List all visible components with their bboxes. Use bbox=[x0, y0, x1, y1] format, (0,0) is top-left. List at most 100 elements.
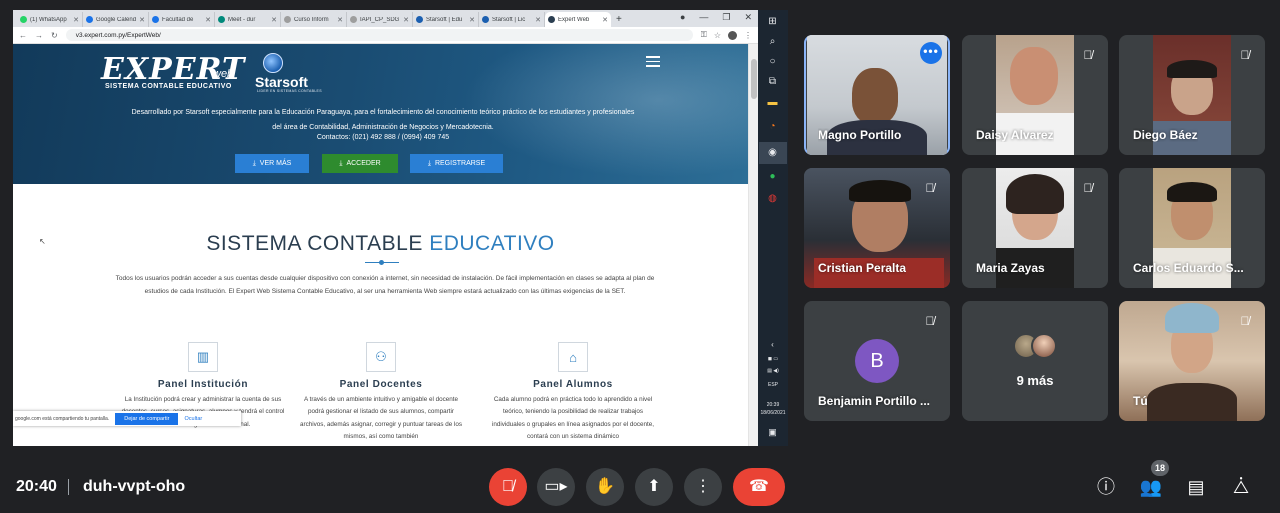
starsoft-logo[interactable]: Starsoft bbox=[255, 74, 308, 90]
expert-logo-web: web bbox=[213, 68, 234, 80]
browser-tab[interactable]: Facultad de ✕ bbox=[149, 12, 215, 27]
close-icon[interactable]: ✕ bbox=[271, 16, 277, 24]
participant-tile[interactable]: 🎙̸ Diego Báez bbox=[1119, 35, 1265, 155]
participant-beanie bbox=[1165, 303, 1219, 333]
record-icon[interactable]: ● bbox=[680, 12, 685, 23]
more-participants-tile[interactable]: 9 más bbox=[962, 301, 1108, 421]
graduation-cap-icon: ⌂ bbox=[558, 342, 588, 372]
participant-hair bbox=[1167, 182, 1217, 202]
browser-tab[interactable]: Starsoft | Edu ✕ bbox=[413, 12, 479, 27]
close-window-icon[interactable]: ✕ bbox=[744, 12, 752, 23]
raise-hand-button[interactable]: ✋ bbox=[586, 468, 624, 506]
leave-call-button[interactable]: ☎ bbox=[733, 468, 785, 506]
hamburger-menu-icon[interactable] bbox=[646, 56, 660, 70]
ver-mas-button[interactable]: ⤓ VER MÁS bbox=[235, 154, 309, 173]
close-icon[interactable]: ✕ bbox=[337, 16, 343, 24]
participant-tile[interactable]: Carlos Eduardo S... bbox=[1119, 168, 1265, 288]
close-icon[interactable]: ✕ bbox=[403, 16, 409, 24]
star-icon[interactable]: ☆ bbox=[714, 31, 721, 40]
globe-icon bbox=[416, 16, 423, 23]
hide-notice-button[interactable]: Ocultar bbox=[184, 416, 202, 422]
acceder-button[interactable]: ⤓ ACCEDER bbox=[322, 154, 398, 173]
participant-tile[interactable]: B 🎙̸ Benjamin Portillo ... bbox=[804, 301, 950, 421]
search-icon[interactable]: ⌕ bbox=[766, 35, 779, 48]
stop-sharing-button[interactable]: Dejar de compartir bbox=[115, 412, 179, 425]
screen-share-notice: google.com está compartiendo tu pantalla… bbox=[13, 411, 241, 426]
more-participants-count: 9 más bbox=[1016, 373, 1054, 388]
participant-face bbox=[1010, 47, 1058, 105]
registrarse-button[interactable]: ⤓ REGISTRARSE bbox=[410, 154, 503, 173]
participant-name: Daisy Alvarez bbox=[976, 128, 1054, 142]
people-button[interactable]: 👥 bbox=[1139, 475, 1163, 499]
participant-tile[interactable]: ••• Magno Portillo bbox=[804, 35, 950, 155]
browser-tab[interactable]: Curso Inform ✕ bbox=[281, 12, 347, 27]
camera-icon: ▭▸ bbox=[544, 478, 568, 495]
new-tab-icon[interactable]: + bbox=[611, 12, 627, 27]
forward-icon[interactable]: → bbox=[35, 31, 43, 40]
participant-tile[interactable]: 🎙̸ Cristian Peralta bbox=[804, 168, 950, 288]
kebab-menu-icon[interactable]: ⋮ bbox=[744, 31, 752, 40]
more-options-button[interactable]: ⋮ bbox=[684, 468, 722, 506]
close-icon[interactable]: ✕ bbox=[469, 16, 475, 24]
close-icon[interactable]: ✕ bbox=[602, 16, 608, 24]
task-view-icon[interactable]: ⧉ bbox=[766, 75, 779, 88]
web-page: EXPERT web SISTEMA CONTABLE EDUCATIVO St… bbox=[13, 44, 758, 446]
participant-tile[interactable]: 🎙̸ Maria Zayas bbox=[962, 168, 1108, 288]
taskbar-date[interactable]: 18/06/2021 bbox=[758, 410, 788, 416]
tray-chevron-icon[interactable]: ‹ bbox=[766, 338, 779, 351]
taskbar-time[interactable]: 20:39 bbox=[758, 402, 788, 408]
download-icon: ⤓ bbox=[427, 159, 431, 167]
chat-button[interactable]: ▤ bbox=[1184, 475, 1208, 499]
camera-toggle-button[interactable]: ▭▸ bbox=[537, 468, 575, 506]
participant-tile[interactable]: 🎙̸ Daisy Alvarez bbox=[962, 35, 1108, 155]
key-icon[interactable]: ⚿ bbox=[701, 30, 707, 40]
maximize-icon[interactable]: ❐ bbox=[722, 12, 730, 23]
more-options-icon[interactable]: ••• bbox=[920, 42, 942, 64]
participant-count-badge: 18 bbox=[1151, 460, 1169, 476]
browser-tab[interactable]: IAPI_CP_SDG ✕ bbox=[347, 12, 413, 27]
panel-alumnos: ⌂ Panel Alumnos Cada alumno podrá en prá… bbox=[483, 342, 663, 443]
close-icon[interactable]: ✕ bbox=[535, 16, 541, 24]
meet-icon bbox=[218, 16, 225, 23]
meeting-info-button[interactable]: ⓘ bbox=[1094, 475, 1118, 499]
mic-off-icon: 🎙̸ bbox=[1240, 48, 1250, 62]
browser-tab[interactable]: Meet - dur ✕ bbox=[215, 12, 281, 27]
minimize-icon[interactable]: — bbox=[699, 12, 708, 23]
profile-avatar[interactable] bbox=[728, 30, 737, 40]
back-icon[interactable]: ← bbox=[19, 31, 27, 40]
chat-icon: ▤ bbox=[1187, 477, 1205, 497]
mic-toggle-button[interactable]: 🎙̸ bbox=[489, 468, 527, 506]
close-icon[interactable]: ✕ bbox=[205, 16, 211, 24]
close-icon[interactable]: ✕ bbox=[73, 16, 79, 24]
panel-docentes: ⚇ Panel Docentes A través de un ambiente… bbox=[291, 342, 471, 443]
language-indicator[interactable]: ESP bbox=[758, 382, 788, 388]
participant-name: Carlos Eduardo S... bbox=[1133, 261, 1244, 275]
browser-tab[interactable]: Google Calendar✕ bbox=[83, 12, 149, 27]
close-icon[interactable]: ✕ bbox=[139, 16, 145, 24]
activities-button[interactable]: ⧊ bbox=[1229, 475, 1253, 499]
reload-icon[interactable]: ↻ bbox=[51, 31, 58, 40]
scrollbar-thumb[interactable] bbox=[751, 59, 757, 99]
meeting-code: duh-vvpt-oho bbox=[83, 478, 186, 495]
present-screen-button[interactable]: ⬆ bbox=[635, 468, 673, 506]
page-scrollbar[interactable] bbox=[748, 44, 758, 446]
participant-face bbox=[852, 68, 898, 124]
url-field[interactable]: v3.expert.com.py/ExpertWeb/ bbox=[65, 29, 693, 41]
browser-tab[interactable]: Starsoft | Lic ✕ bbox=[479, 12, 545, 27]
app-orange-icon[interactable]: ◔ bbox=[766, 120, 779, 133]
windows-start-icon[interactable]: ⊞ bbox=[766, 15, 779, 28]
browser-tab[interactable]: (1) WhatsApp ✕ bbox=[17, 12, 83, 27]
hand-icon: ✋ bbox=[595, 478, 615, 495]
browser-tab-active[interactable]: Expert Web ✕ bbox=[545, 12, 611, 27]
shared-screen: (1) WhatsApp✕ Google Calendar✕ Facultad … bbox=[13, 10, 758, 446]
whatsapp-taskbar-icon[interactable]: ● bbox=[766, 170, 779, 183]
notification-icon[interactable]: ▣ bbox=[766, 426, 779, 439]
chrome-icon[interactable]: ◉ bbox=[766, 146, 779, 159]
self-view-tile[interactable]: 🎙̸ Tú bbox=[1119, 301, 1265, 421]
cortana-icon[interactable]: ○ bbox=[766, 55, 779, 68]
app-red-icon[interactable]: ◍ bbox=[766, 192, 779, 205]
file-explorer-icon[interactable]: ▬ bbox=[766, 96, 779, 109]
globe-icon bbox=[482, 16, 489, 23]
starsoft-globe-icon bbox=[263, 53, 283, 73]
participant-name: Magno Portillo bbox=[818, 128, 902, 142]
